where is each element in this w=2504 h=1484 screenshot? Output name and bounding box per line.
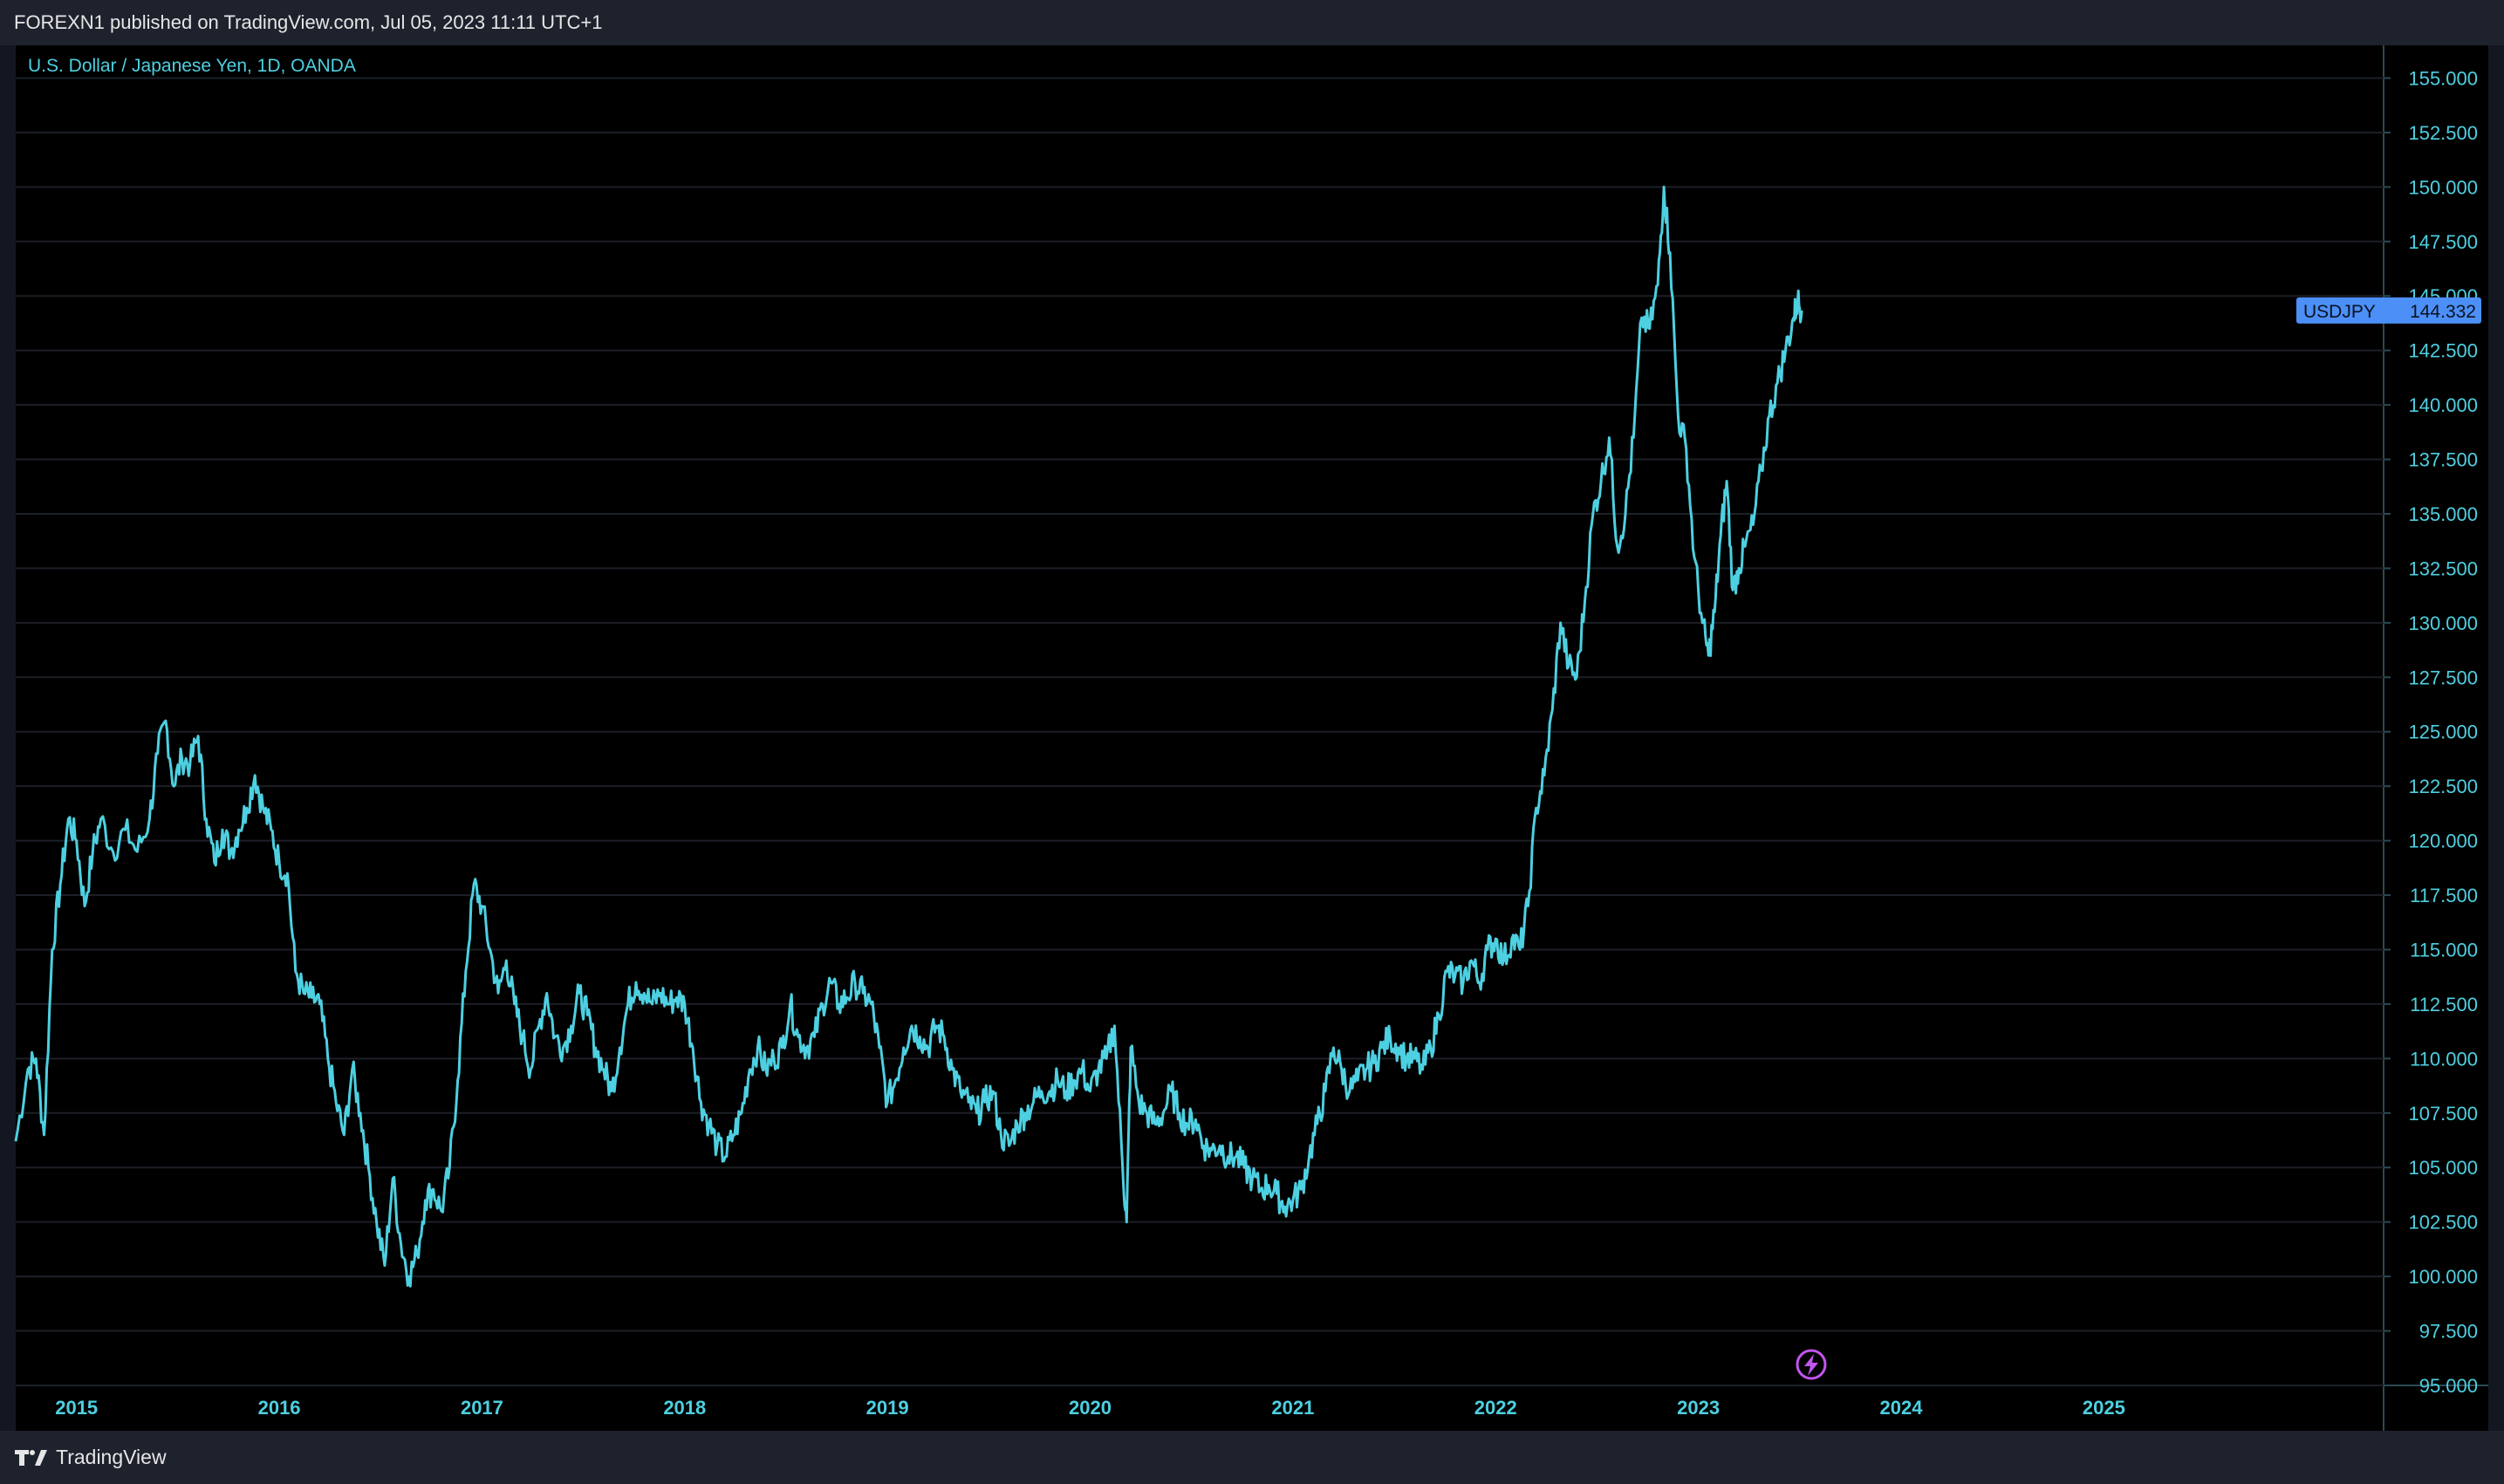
y-tick-label: 122.500 (2408, 776, 2478, 797)
x-tick-label: 2015 (55, 1397, 98, 1419)
x-tick-label: 2016 (258, 1397, 301, 1419)
last-price-tag: USDJPY 144.332 (2296, 297, 2481, 324)
x-tick-label: 2018 (663, 1397, 706, 1419)
y-tick-label: 112.500 (2410, 994, 2478, 1016)
y-tick-label: 137.500 (2408, 449, 2478, 471)
x-tick-label: 2020 (1069, 1397, 1112, 1419)
x-tick-label: 2024 (1879, 1397, 1923, 1419)
y-tick-label: 100.000 (2408, 1266, 2478, 1288)
y-tick-label: 130.000 (2408, 612, 2478, 634)
x-tick-label: 2017 (461, 1397, 503, 1419)
x-tick-label: 2021 (1271, 1397, 1314, 1419)
y-tick-label: 102.500 (2408, 1212, 2478, 1234)
footer: TradingView (0, 1431, 2504, 1484)
y-tick-label: 105.000 (2408, 1157, 2478, 1179)
lightning-icon[interactable] (1796, 1349, 1827, 1380)
series-line-usdjpy (14, 185, 1803, 1288)
y-tick-label: 152.500 (2408, 122, 2478, 144)
x-tick-label: 2025 (2083, 1397, 2125, 1419)
y-tick-label: 142.500 (2408, 340, 2478, 362)
x-tick-label: 2022 (1474, 1397, 1517, 1419)
x-tick-label: 2023 (1677, 1397, 1720, 1419)
chart-legend[interactable]: U.S. Dollar / Japanese Yen, 1D, OANDA (28, 56, 356, 77)
y-tick-label: 95.000 (2419, 1375, 2478, 1397)
x-tick-label: 2019 (866, 1397, 909, 1419)
y-tick-label: 140.000 (2408, 394, 2478, 416)
price-tag-value: 144.332 (2410, 302, 2476, 322)
y-tick-label: 107.500 (2408, 1103, 2478, 1125)
x-axis[interactable]: 2015 2016 2017 2018 2019 2020 2021 2022 2023 2024… (55, 1397, 2125, 1419)
price-tag-symbol: USDJPY (2303, 302, 2376, 322)
y-tick-label: 147.500 (2408, 231, 2478, 253)
footer-brand[interactable]: TradingView (56, 1446, 167, 1469)
y-tick-label: 155.000 (2408, 67, 2478, 89)
y-tick-label: 97.500 (2419, 1321, 2478, 1343)
grid (16, 45, 2488, 1431)
y-tick-label: 115.000 (2410, 939, 2478, 961)
tradingview-logo-icon[interactable] (14, 1447, 49, 1468)
y-tick-label: 127.500 (2408, 667, 2478, 688)
y-tick-label: 125.000 (2408, 721, 2478, 743)
y-tick-label: 150.000 (2408, 176, 2478, 198)
y-tick-label: 110.000 (2410, 1048, 2478, 1070)
y-axis[interactable]: 95.000 97.500 100.000 102.500 105.000 107.500… (2384, 67, 2478, 1397)
y-tick-label: 120.000 (2408, 831, 2478, 852)
y-tick-label: 135.000 (2408, 503, 2478, 525)
price-chart[interactable]: 95.000 97.500 100.000 102.500 105.000 107.500… (0, 0, 2504, 1484)
y-tick-label: 132.500 (2408, 557, 2478, 579)
y-tick-label: 117.500 (2410, 885, 2478, 906)
